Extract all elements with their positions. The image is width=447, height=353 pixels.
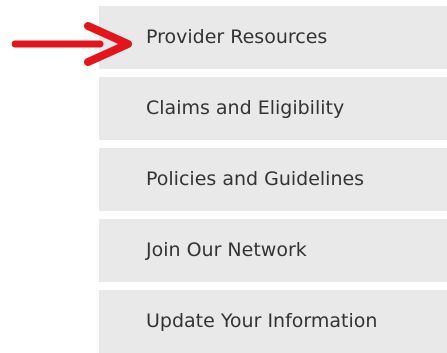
provider-nav-menu: Provider Resources Claims and Eligibilit… [99, 6, 447, 353]
menu-item-join-our-network[interactable]: Join Our Network [99, 219, 447, 282]
menu-item-policies-and-guidelines[interactable]: Policies and Guidelines [99, 148, 447, 211]
menu-item-claims-and-eligibility[interactable]: Claims and Eligibility [99, 77, 447, 140]
red-arrow-icon [12, 22, 132, 66]
menu-item-update-your-information[interactable]: Update Your Information [99, 290, 447, 353]
menu-item-provider-resources[interactable]: Provider Resources [99, 6, 447, 69]
